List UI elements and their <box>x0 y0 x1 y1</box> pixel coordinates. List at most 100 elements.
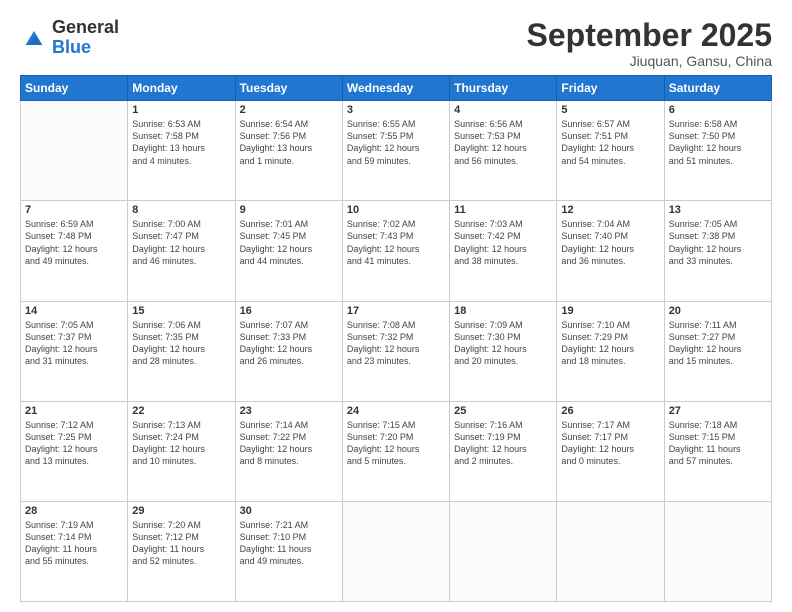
calendar-table: Sunday Monday Tuesday Wednesday Thursday… <box>20 75 772 602</box>
day-number: 17 <box>347 305 445 317</box>
day-info: Sunrise: 7:01 AM Sunset: 7:45 PM Dayligh… <box>240 218 338 267</box>
day-number: 30 <box>240 505 338 517</box>
day-info: Sunrise: 6:59 AM Sunset: 7:48 PM Dayligh… <box>25 218 123 267</box>
day-info: Sunrise: 7:05 AM Sunset: 7:37 PM Dayligh… <box>25 319 123 368</box>
day-info: Sunrise: 7:00 AM Sunset: 7:47 PM Dayligh… <box>132 218 230 267</box>
day-info: Sunrise: 7:04 AM Sunset: 7:40 PM Dayligh… <box>561 218 659 267</box>
day-info: Sunrise: 6:53 AM Sunset: 7:58 PM Dayligh… <box>132 118 230 167</box>
calendar-cell: 8 Sunrise: 7:00 AM Sunset: 7:47 PM Daylig… <box>128 201 235 301</box>
day-number: 9 <box>240 204 338 216</box>
calendar-header-row: Sunday Monday Tuesday Wednesday Thursday… <box>21 76 772 101</box>
calendar-cell <box>342 501 449 601</box>
calendar-cell: 13Sunrise: 7:05 AM Sunset: 7:38 PM Dayli… <box>664 201 771 301</box>
day-info: Sunrise: 7:15 AM Sunset: 7:20 PM Dayligh… <box>347 419 445 468</box>
day-info: Sunrise: 7:21 AM Sunset: 7:10 PM Dayligh… <box>240 519 338 568</box>
calendar-cell <box>664 501 771 601</box>
title-block: September 2025 Jiuquan, Gansu, China <box>527 18 772 69</box>
calendar-cell: 3 Sunrise: 6:55 AM Sunset: 7:55 PM Daylig… <box>342 101 449 201</box>
calendar-week-4: 28Sunrise: 7:19 AM Sunset: 7:14 PM Dayli… <box>21 501 772 601</box>
calendar-cell: 19 Sunrise: 7:10 AM Sunset: 7:29 PM Dayli… <box>557 301 664 401</box>
day-number: 7 <box>25 204 123 216</box>
day-info: Sunrise: 7:03 AM Sunset: 7:42 PM Dayligh… <box>454 218 552 267</box>
day-number: 6 <box>669 104 767 116</box>
logo-text: General Blue <box>52 18 119 58</box>
col-friday: Friday <box>557 76 664 101</box>
header: General Blue September 2025 Jiuquan, Gan… <box>20 18 772 69</box>
calendar-cell: 24 Sunrise: 7:15 AM Sunset: 7:20 PM Dayli… <box>342 401 449 501</box>
col-sunday: Sunday <box>21 76 128 101</box>
day-info: Sunrise: 7:13 AM Sunset: 7:24 PM Dayligh… <box>132 419 230 468</box>
calendar-cell: 17Sunrise: 7:08 AM Sunset: 7:32 PM Dayli… <box>342 301 449 401</box>
page: General Blue September 2025 Jiuquan, Gan… <box>0 0 792 612</box>
calendar-cell: 7 Sunrise: 6:59 AM Sunset: 7:48 PM Daylig… <box>21 201 128 301</box>
day-info: Sunrise: 6:57 AM Sunset: 7:51 PM Dayligh… <box>561 118 659 167</box>
calendar-cell: 1Sunrise: 6:53 AM Sunset: 7:58 PM Daylig… <box>128 101 235 201</box>
day-number: 2 <box>240 104 338 116</box>
day-number: 16 <box>240 305 338 317</box>
calendar-cell: 29 Sunrise: 7:20 AM Sunset: 7:12 PM Dayli… <box>128 501 235 601</box>
calendar-cell: 20 Sunrise: 7:11 AM Sunset: 7:27 PM Dayli… <box>664 301 771 401</box>
day-info: Sunrise: 6:58 AM Sunset: 7:50 PM Dayligh… <box>669 118 767 167</box>
calendar-cell: 18 Sunrise: 7:09 AM Sunset: 7:30 PM Dayli… <box>450 301 557 401</box>
day-number: 20 <box>669 305 767 317</box>
day-info: Sunrise: 7:10 AM Sunset: 7:29 PM Dayligh… <box>561 319 659 368</box>
day-info: Sunrise: 7:18 AM Sunset: 7:15 PM Dayligh… <box>669 419 767 468</box>
day-number: 19 <box>561 305 659 317</box>
calendar-cell: 16 Sunrise: 7:07 AM Sunset: 7:33 PM Dayli… <box>235 301 342 401</box>
calendar-cell: 4Sunrise: 6:56 AM Sunset: 7:53 PM Daylig… <box>450 101 557 201</box>
day-info: Sunrise: 7:07 AM Sunset: 7:33 PM Dayligh… <box>240 319 338 368</box>
calendar-cell: 10 Sunrise: 7:02 AM Sunset: 7:43 PM Dayli… <box>342 201 449 301</box>
calendar-cell: 30 Sunrise: 7:21 AM Sunset: 7:10 PM Dayli… <box>235 501 342 601</box>
calendar-week-1: 7 Sunrise: 6:59 AM Sunset: 7:48 PM Daylig… <box>21 201 772 301</box>
day-info: Sunrise: 6:54 AM Sunset: 7:56 PM Dayligh… <box>240 118 338 167</box>
calendar-cell: 27Sunrise: 7:18 AM Sunset: 7:15 PM Dayli… <box>664 401 771 501</box>
month-title: September 2025 <box>527 18 772 53</box>
location-subtitle: Jiuquan, Gansu, China <box>527 53 772 69</box>
logo-blue-text: Blue <box>52 38 119 58</box>
day-number: 3 <box>347 104 445 116</box>
calendar-week-0: 1Sunrise: 6:53 AM Sunset: 7:58 PM Daylig… <box>21 101 772 201</box>
calendar-cell: 6 Sunrise: 6:58 AM Sunset: 7:50 PM Daylig… <box>664 101 771 201</box>
day-number: 10 <box>347 204 445 216</box>
day-info: Sunrise: 7:11 AM Sunset: 7:27 PM Dayligh… <box>669 319 767 368</box>
day-info: Sunrise: 7:06 AM Sunset: 7:35 PM Dayligh… <box>132 319 230 368</box>
calendar-cell: 22 Sunrise: 7:13 AM Sunset: 7:24 PM Dayli… <box>128 401 235 501</box>
day-info: Sunrise: 7:09 AM Sunset: 7:30 PM Dayligh… <box>454 319 552 368</box>
day-number: 5 <box>561 104 659 116</box>
day-info: Sunrise: 6:55 AM Sunset: 7:55 PM Dayligh… <box>347 118 445 167</box>
day-number: 25 <box>454 405 552 417</box>
calendar-cell: 26Sunrise: 7:17 AM Sunset: 7:17 PM Dayli… <box>557 401 664 501</box>
day-number: 29 <box>132 505 230 517</box>
calendar-cell <box>21 101 128 201</box>
day-number: 24 <box>347 405 445 417</box>
calendar-cell: 23 Sunrise: 7:14 AM Sunset: 7:22 PM Dayli… <box>235 401 342 501</box>
logo-icon <box>20 24 48 52</box>
calendar-cell <box>450 501 557 601</box>
day-info: Sunrise: 7:19 AM Sunset: 7:14 PM Dayligh… <box>25 519 123 568</box>
calendar-cell: 9 Sunrise: 7:01 AM Sunset: 7:45 PM Daylig… <box>235 201 342 301</box>
day-number: 8 <box>132 204 230 216</box>
day-number: 26 <box>561 405 659 417</box>
day-number: 18 <box>454 305 552 317</box>
calendar-body: 1Sunrise: 6:53 AM Sunset: 7:58 PM Daylig… <box>21 101 772 602</box>
calendar-cell: 11Sunrise: 7:03 AM Sunset: 7:42 PM Dayli… <box>450 201 557 301</box>
day-info: Sunrise: 7:05 AM Sunset: 7:38 PM Dayligh… <box>669 218 767 267</box>
day-number: 22 <box>132 405 230 417</box>
day-info: Sunrise: 7:14 AM Sunset: 7:22 PM Dayligh… <box>240 419 338 468</box>
calendar-week-2: 14 Sunrise: 7:05 AM Sunset: 7:37 PM Dayli… <box>21 301 772 401</box>
calendar-cell: 14 Sunrise: 7:05 AM Sunset: 7:37 PM Dayli… <box>21 301 128 401</box>
col-thursday: Thursday <box>450 76 557 101</box>
calendar-cell: 28Sunrise: 7:19 AM Sunset: 7:14 PM Dayli… <box>21 501 128 601</box>
calendar-cell: 21Sunrise: 7:12 AM Sunset: 7:25 PM Dayli… <box>21 401 128 501</box>
calendar-cell: 12Sunrise: 7:04 AM Sunset: 7:40 PM Dayli… <box>557 201 664 301</box>
day-number: 23 <box>240 405 338 417</box>
day-info: Sunrise: 7:12 AM Sunset: 7:25 PM Dayligh… <box>25 419 123 468</box>
day-number: 14 <box>25 305 123 317</box>
calendar-cell <box>557 501 664 601</box>
day-info: Sunrise: 7:20 AM Sunset: 7:12 PM Dayligh… <box>132 519 230 568</box>
day-number: 15 <box>132 305 230 317</box>
day-info: Sunrise: 6:56 AM Sunset: 7:53 PM Dayligh… <box>454 118 552 167</box>
day-info: Sunrise: 7:02 AM Sunset: 7:43 PM Dayligh… <box>347 218 445 267</box>
logo-general-text: General <box>52 18 119 38</box>
day-info: Sunrise: 7:16 AM Sunset: 7:19 PM Dayligh… <box>454 419 552 468</box>
